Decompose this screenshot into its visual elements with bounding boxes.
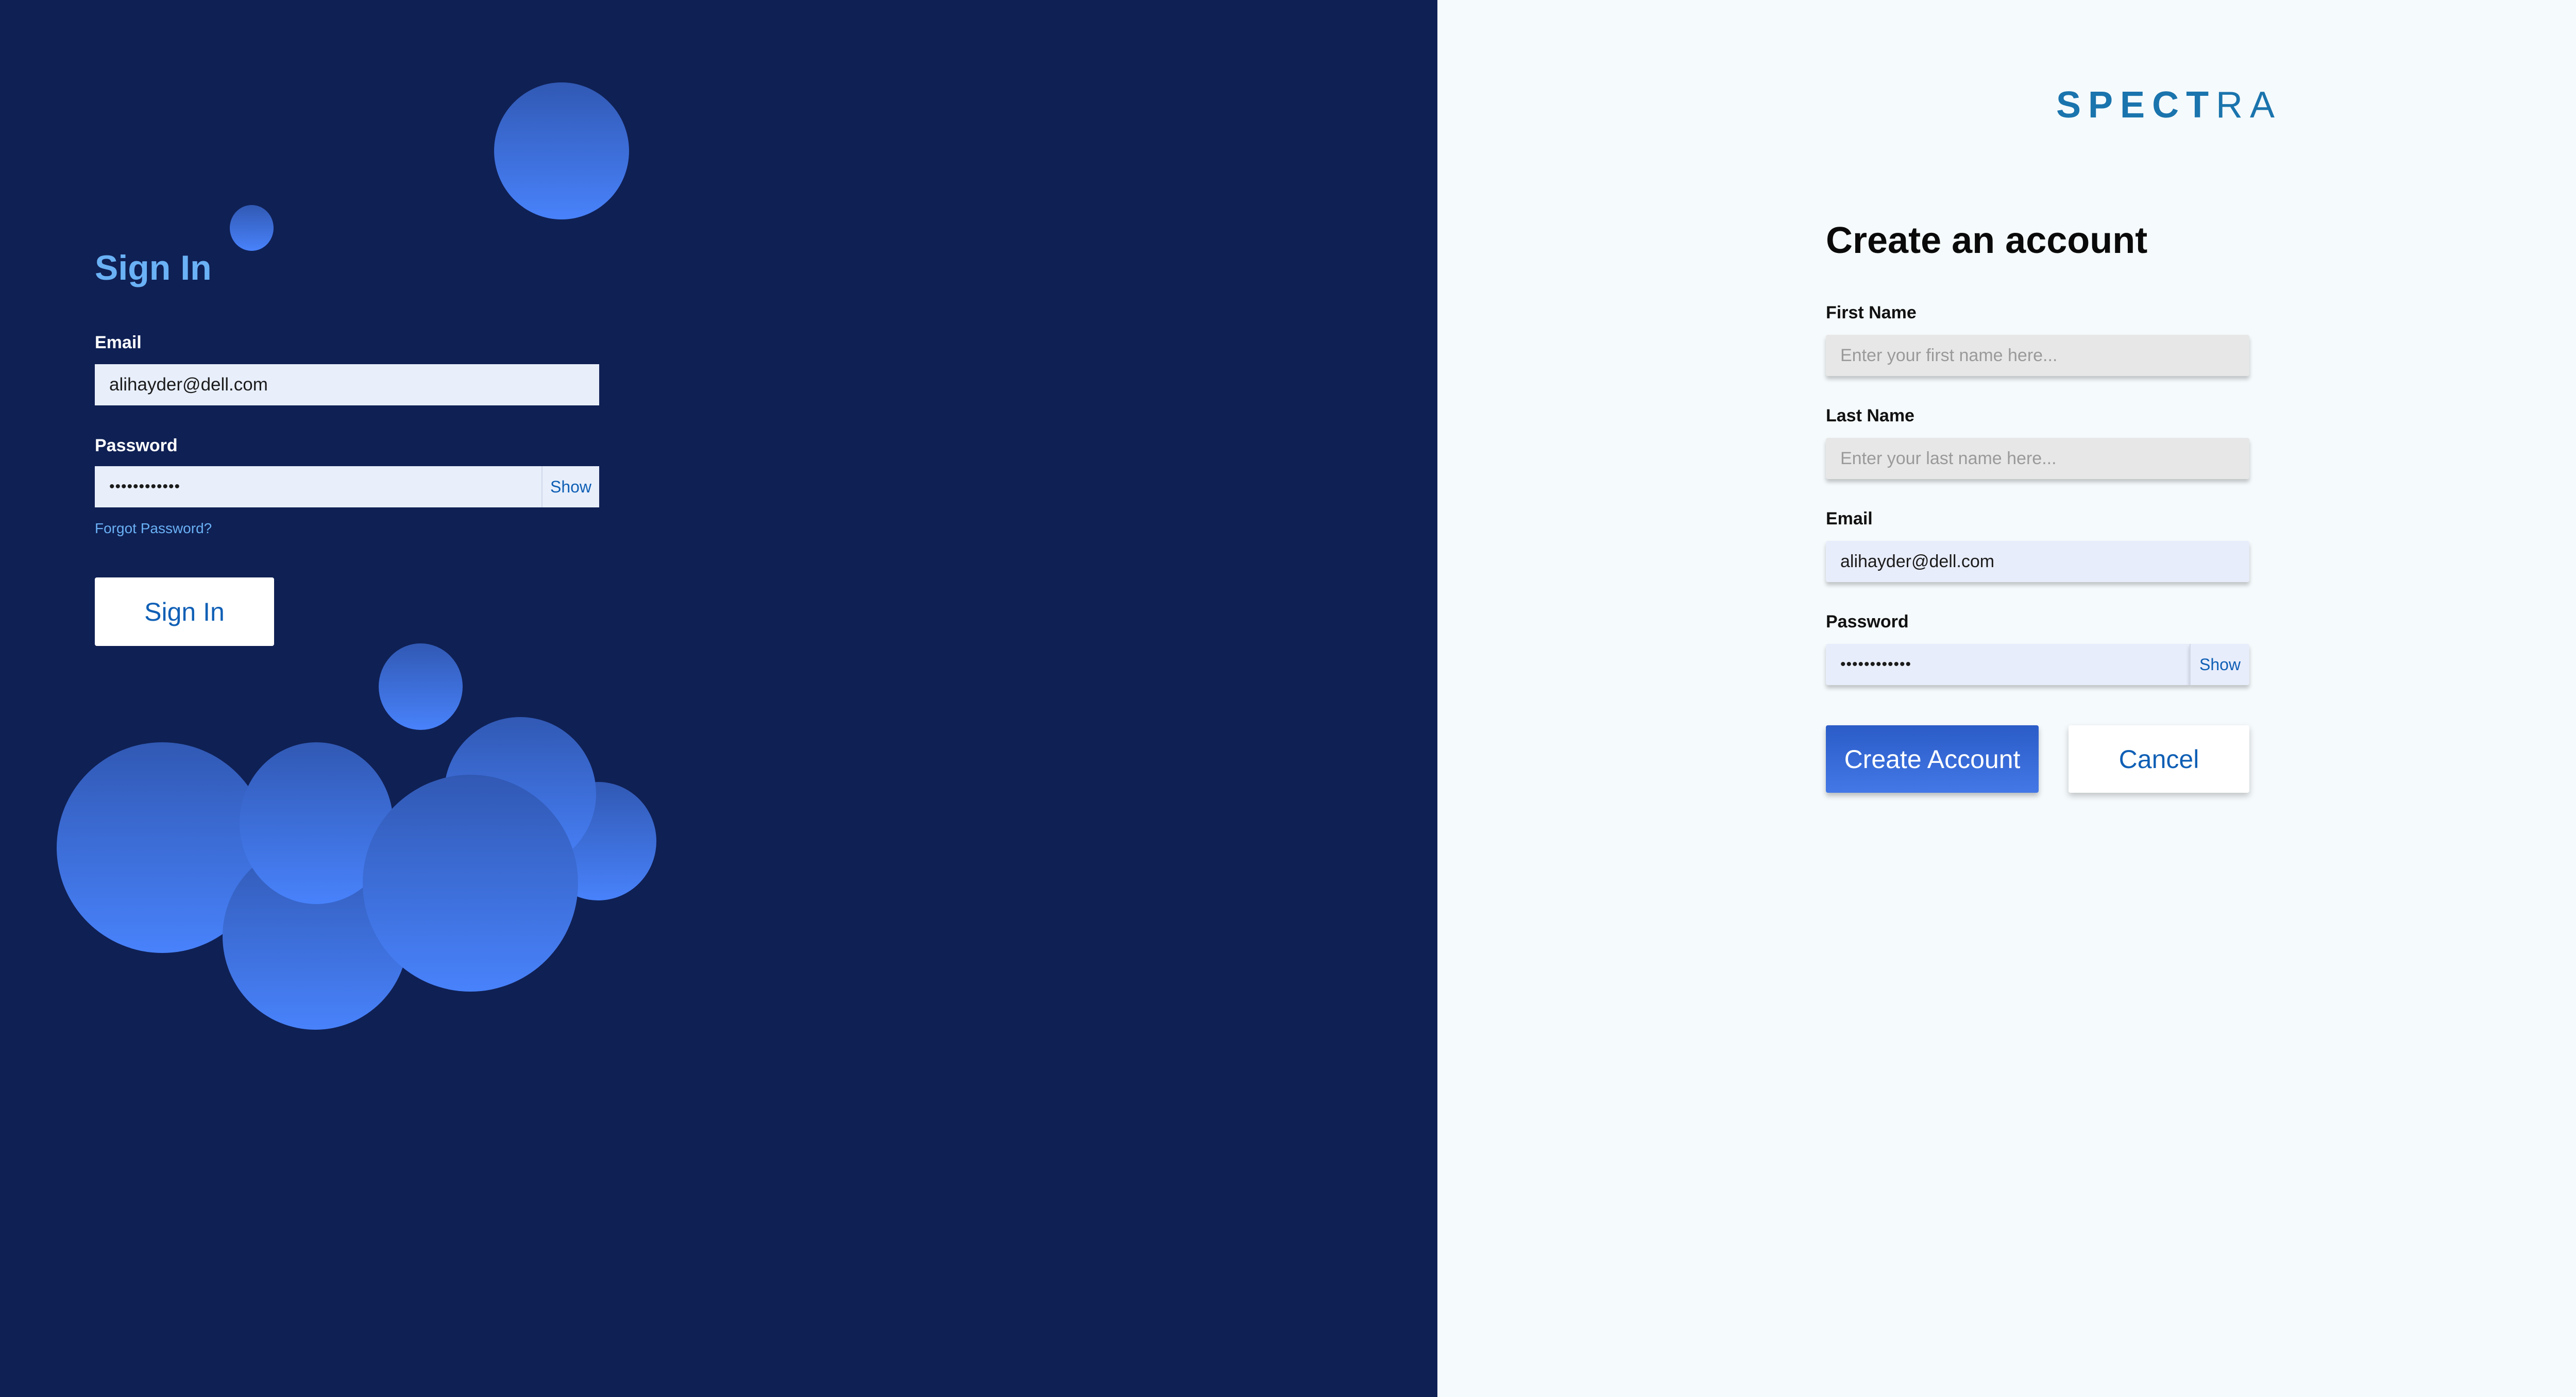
create-account-panel (1437, 0, 2576, 1397)
create-account-title: Create an account (1826, 220, 2148, 261)
sign-in-title: Sign In (95, 248, 212, 287)
password-label: Password (1826, 612, 1909, 632)
email-label: Email (1826, 509, 1873, 529)
decorative-bubble (379, 643, 463, 730)
sign-in-panel: Sign In Email alihayder@dell.com Passwor… (0, 0, 1437, 1397)
show-password-button[interactable]: Show (2190, 644, 2249, 685)
password-input[interactable]: •••••••••••• (1826, 644, 2190, 685)
page: Sign In Email alihayder@dell.com Passwor… (0, 0, 2576, 1397)
email-input[interactable]: alihayder@dell.com (1826, 541, 2249, 582)
sign-in-email-input[interactable]: alihayder@dell.com (95, 364, 599, 405)
decorative-bubble (494, 82, 629, 219)
decorative-bubble (363, 775, 578, 992)
email-label: Email (95, 333, 142, 352)
cancel-button[interactable]: Cancel (2069, 725, 2249, 793)
first-name-input[interactable]: Enter your first name here... (1826, 335, 2249, 376)
create-account-button[interactable]: Create Account (1826, 725, 2039, 793)
sign-in-password-input[interactable]: •••••••••••• (95, 466, 541, 507)
last-name-input[interactable]: Enter your last name here... (1826, 438, 2249, 479)
forgot-password-link[interactable]: Forgot Password? (95, 520, 212, 537)
password-label: Password (95, 436, 178, 455)
first-name-label: First Name (1826, 303, 1917, 322)
brand-logo-light: RA (2216, 84, 2282, 126)
sign-in-button[interactable]: Sign In (95, 577, 274, 646)
brand-logo: SPECTRA (2056, 87, 2282, 124)
show-password-button[interactable]: Show (541, 466, 599, 507)
last-name-label: Last Name (1826, 406, 1914, 425)
decorative-bubble (230, 205, 274, 251)
brand-logo-bold: SPECT (2056, 84, 2216, 126)
